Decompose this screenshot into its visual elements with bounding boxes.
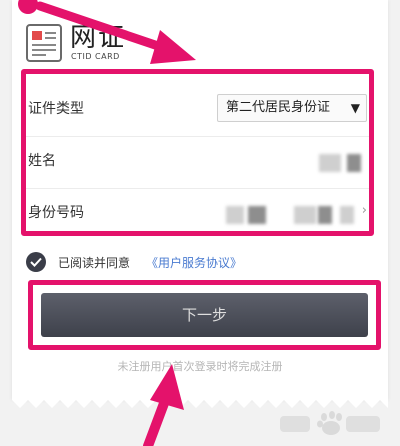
id-number-row[interactable]: 身份号码 › [26, 186, 369, 240]
name-label: 姓名 [28, 153, 56, 169]
id-number-blur-4[interactable] [318, 206, 332, 224]
registration-note: 未注册用户首次登录时将完成注册 [117, 360, 283, 373]
id-number-blur-5[interactable] [340, 206, 354, 224]
id-number-label: 身份号码 [28, 205, 84, 221]
id-type-select[interactable]: 第二代居民身份证 ▼ [217, 94, 367, 122]
brand-name: 网证 [70, 23, 127, 53]
dropdown-arrow-icon: ▼ [350, 101, 360, 115]
chevron-right-icon: › [361, 203, 367, 218]
name-value-blurred[interactable] [319, 154, 341, 172]
agreement-checkbox[interactable] [26, 252, 46, 272]
baidu-watermark-icon [280, 411, 380, 435]
id-type-value: 第二代居民身份证 [226, 100, 331, 115]
id-type-label: 证件类型 [28, 101, 84, 117]
check-icon [30, 257, 42, 267]
name-row[interactable]: 姓名 [26, 134, 369, 189]
user-agreement-link[interactable]: 《用户服务协议》 [146, 254, 242, 271]
id-card-logo-icon [26, 24, 62, 62]
id-type-row[interactable]: 证件类型 第二代居民身份证 ▼ [26, 82, 369, 137]
id-number-blur-1[interactable] [226, 206, 244, 224]
brand-subtitle: CTID CARD [71, 52, 120, 61]
id-number-blur-2[interactable] [248, 206, 266, 224]
next-button[interactable]: 下一步 [41, 293, 368, 337]
id-form: 证件类型 第二代居民身份证 ▼ 姓名 身份号码 › [21, 69, 374, 236]
id-number-blur-3[interactable] [294, 206, 316, 224]
name-value-blurred-2[interactable] [347, 154, 361, 172]
next-button-highlight: 下一步 [28, 280, 381, 350]
agreement-text: 已阅读并同意 [58, 256, 131, 270]
